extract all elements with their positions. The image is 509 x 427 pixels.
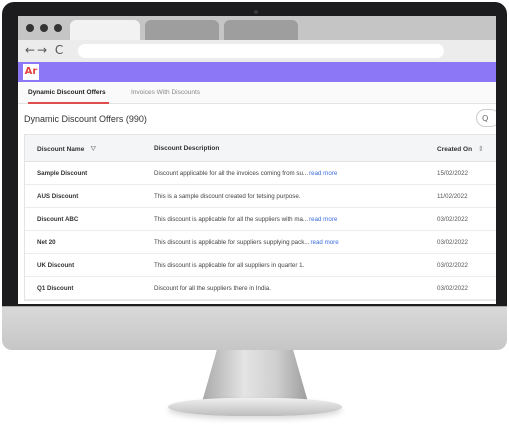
- browser-tab-active[interactable]: [70, 20, 140, 40]
- discount-name-cell[interactable]: AUS Discount: [37, 193, 78, 200]
- read-more-link[interactable]: read more: [310, 239, 338, 246]
- sort-icon[interactable]: ⇕: [478, 145, 484, 153]
- page-tabs: Dynamic Discount Offers Invoices With Di…: [18, 82, 496, 104]
- close-window-dot[interactable]: [26, 24, 34, 32]
- logo-mark: Ar: [24, 66, 38, 77]
- table-row[interactable]: Net 20 This discount is applicable for s…: [25, 231, 496, 254]
- monitor-mockup: ←→ C Ar Dynamic Discount Offers Invoices…: [0, 0, 509, 427]
- tab-invoices-with-discounts[interactable]: Invoices With Discounts: [131, 89, 200, 96]
- window-controls: [26, 24, 62, 32]
- search-button[interactable]: Q: [476, 109, 496, 127]
- discount-description-cell: This discount is applicable for all the …: [154, 216, 337, 223]
- created-on-cell: 03/02/2022: [437, 285, 468, 292]
- column-label: Created On: [437, 145, 473, 153]
- read-more-link[interactable]: read more: [309, 216, 337, 223]
- back-forward-reload-icons[interactable]: ←→ C: [25, 43, 65, 57]
- description-text: Discount applicable for all the invoices…: [154, 170, 309, 177]
- page-title: Dynamic Discount Offers (990): [24, 114, 147, 124]
- discount-description-cell: This is a sample discount created for te…: [154, 193, 301, 200]
- column-header-discount-description: Discount Description: [154, 145, 219, 152]
- search-icon: Q: [482, 113, 489, 123]
- address-bar[interactable]: [78, 44, 444, 58]
- browser-tab-strip: [18, 16, 496, 40]
- description-text: Discount for all the suppliers there in …: [154, 285, 271, 292]
- tab-dynamic-discount-offers[interactable]: Dynamic Discount Offers: [28, 89, 106, 96]
- screen: ←→ C Ar Dynamic Discount Offers Invoices…: [18, 16, 496, 304]
- monitor-stand-base: [168, 398, 342, 416]
- created-on-cell: 03/02/2022: [437, 216, 468, 223]
- browser-toolbar: ←→ C: [18, 40, 496, 62]
- minimize-window-dot[interactable]: [40, 24, 48, 32]
- discount-description-cell: This discount is applicable for supplier…: [154, 239, 339, 246]
- camera-dot: [254, 10, 258, 14]
- active-tab-indicator: [28, 102, 109, 104]
- table-row[interactable]: AUS Discount This is a sample discount c…: [25, 185, 496, 208]
- description-text: This discount is applicable for all the …: [154, 216, 309, 223]
- column-header-discount-name[interactable]: Discount Name ⛛: [37, 145, 96, 154]
- browser-tab-2[interactable]: [145, 20, 219, 40]
- monitor-chin: [2, 306, 507, 350]
- filter-icon[interactable]: ⛛: [90, 145, 96, 154]
- created-on-cell: 11/02/2022: [437, 193, 468, 200]
- discount-name-cell[interactable]: Q1 Discount: [37, 285, 73, 292]
- table-row[interactable]: Sample Discount Discount applicable for …: [25, 162, 496, 185]
- browser-tab-3[interactable]: [224, 20, 298, 40]
- discount-description-cell: Discount applicable for all the invoices…: [154, 170, 337, 177]
- table-row[interactable]: Q1 Discount Discount for all the supplie…: [25, 277, 496, 300]
- discount-name-cell[interactable]: Net 20: [37, 239, 56, 246]
- discount-name-cell[interactable]: Sample Discount: [37, 170, 87, 177]
- read-more-link[interactable]: read more: [309, 170, 337, 177]
- discounts-table: Discount Name ⛛ Discount Description Cre…: [24, 134, 496, 301]
- discount-description-cell: Discount for all the suppliers there in …: [154, 285, 271, 292]
- monitor-stand-neck: [202, 350, 308, 402]
- table-row[interactable]: UK Discount This discount is applicable …: [25, 254, 496, 277]
- description-text: This is a sample discount created for te…: [154, 193, 301, 200]
- discount-description-cell: This discount is applicable for all supp…: [154, 262, 304, 269]
- created-on-cell: 15/02/2022: [437, 170, 468, 177]
- column-label: Discount Description: [154, 145, 220, 152]
- column-label: Discount Name: [37, 146, 85, 153]
- column-header-created-on[interactable]: Created On ⇕: [437, 145, 484, 153]
- app-logo[interactable]: Ar: [23, 64, 39, 80]
- table-header: Discount Name ⛛ Discount Description Cre…: [25, 135, 496, 162]
- description-text: This discount is applicable for all supp…: [154, 262, 305, 269]
- created-on-cell: 03/02/2022: [437, 262, 468, 269]
- maximize-window-dot[interactable]: [54, 24, 62, 32]
- discount-name-cell[interactable]: UK Discount: [37, 262, 74, 269]
- table-row[interactable]: Discount ABC This discount is applicable…: [25, 208, 496, 231]
- app-header: Ar: [18, 62, 496, 82]
- discount-name-cell[interactable]: Discount ABC: [37, 216, 78, 223]
- created-on-cell: 03/02/2022: [437, 239, 468, 246]
- description-text: This discount is applicable for supplier…: [154, 239, 310, 246]
